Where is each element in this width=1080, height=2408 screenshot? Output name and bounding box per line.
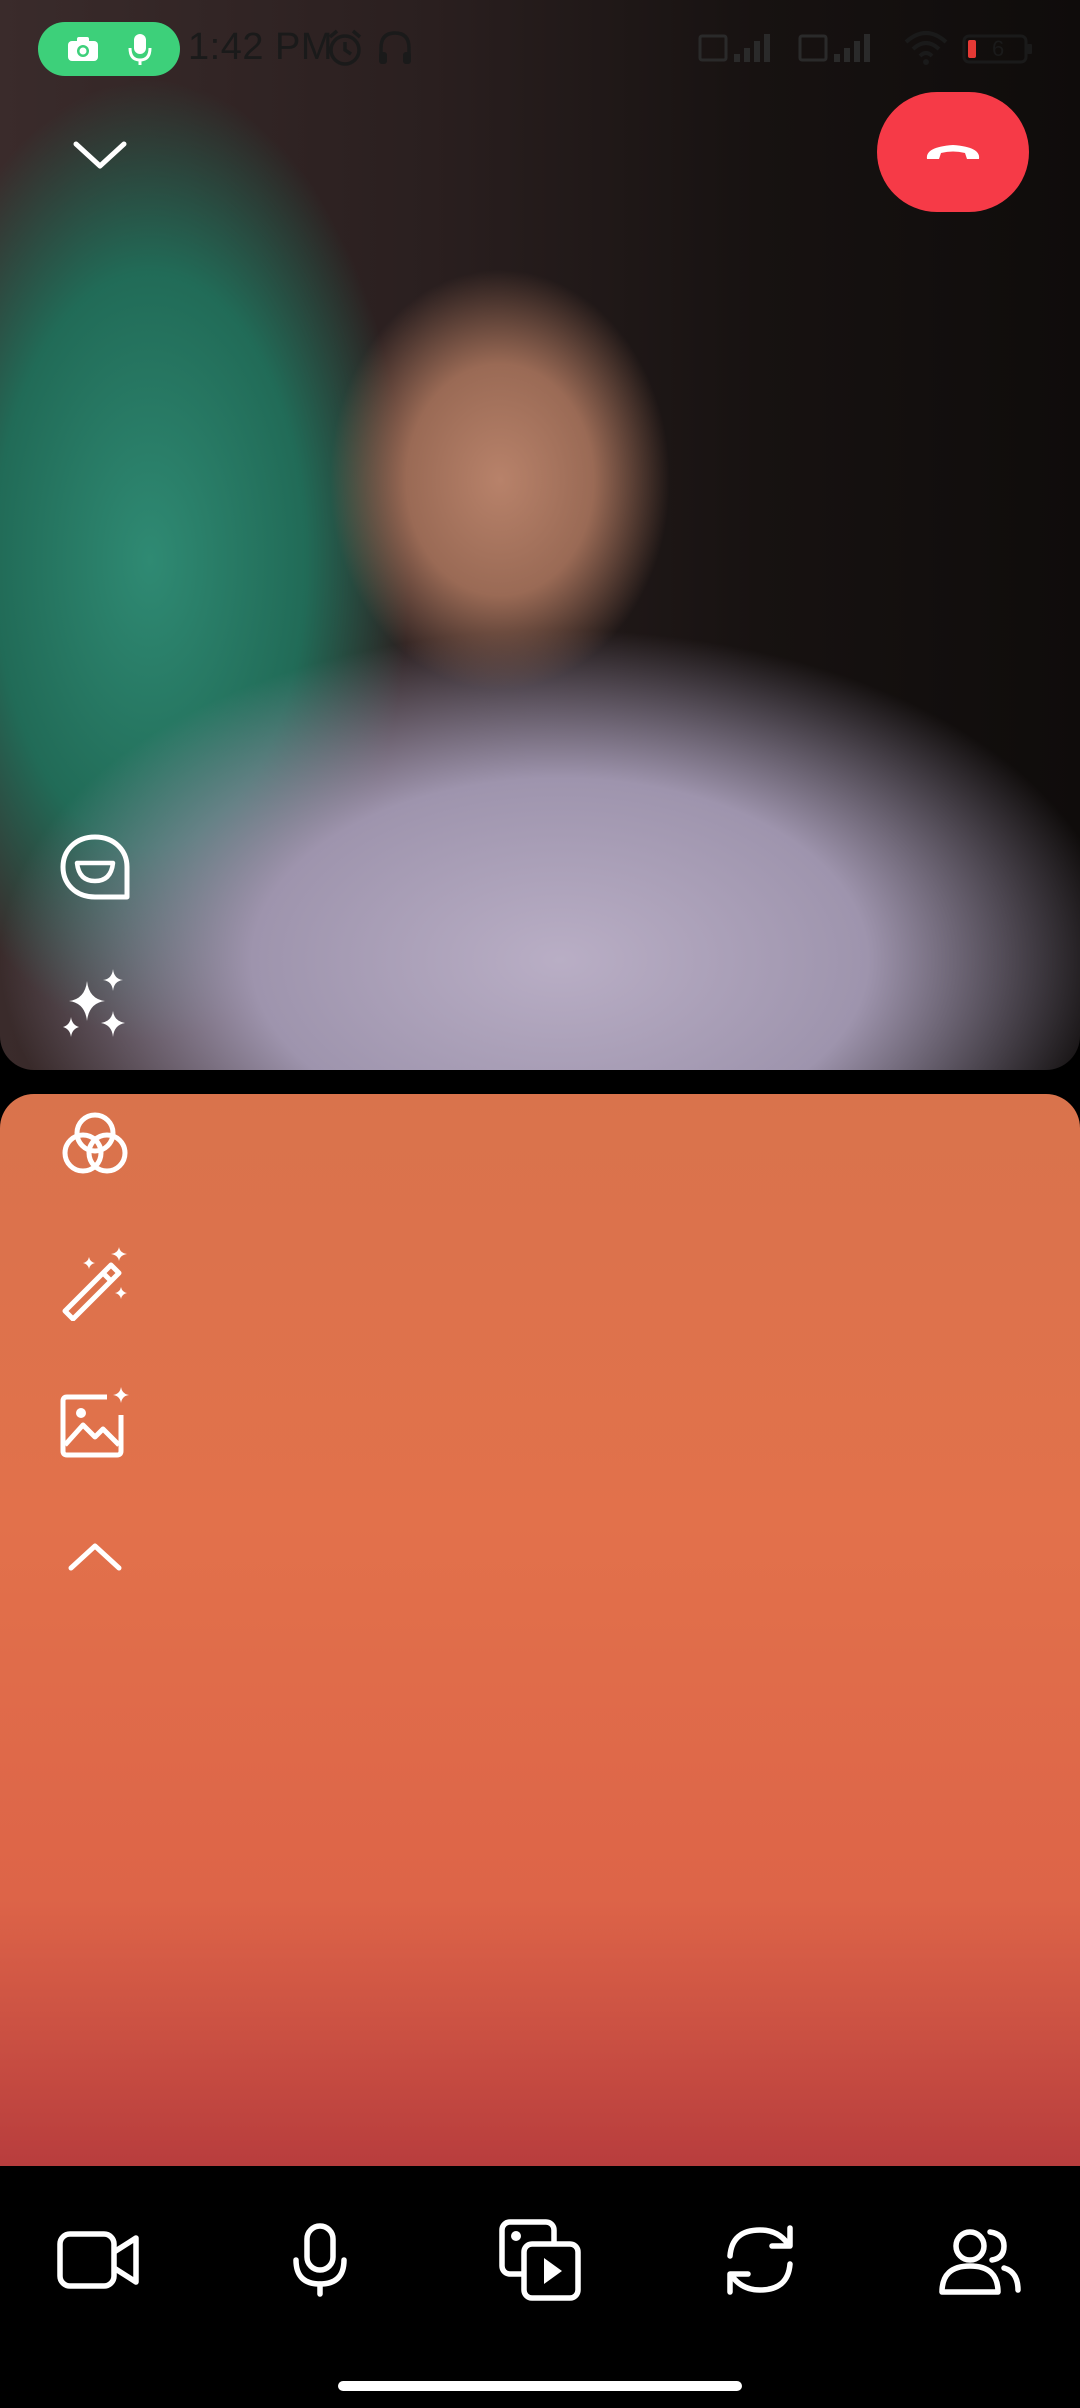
headset-icon (376, 28, 414, 68)
alarm-icon (326, 28, 364, 68)
chat-bubble-button[interactable] (52, 826, 138, 912)
chevron-down-icon (72, 138, 128, 172)
battery-level: 6 (992, 36, 1005, 61)
add-people-button[interactable] (930, 2210, 1030, 2310)
home-indicator[interactable] (338, 2381, 742, 2391)
wifi-icon (904, 30, 948, 66)
camera-icon (66, 35, 100, 63)
toggle-video-button[interactable] (48, 2210, 148, 2310)
background-button[interactable] (52, 1380, 138, 1466)
recording-indicator (38, 22, 180, 76)
status-bar: 1:42 PM 6 (0, 0, 1080, 100)
chevron-up-icon (67, 1540, 123, 1574)
collapse-button[interactable] (60, 120, 140, 190)
switch-camera-button[interactable] (710, 2210, 810, 2310)
toggle-mic-button[interactable] (270, 2210, 370, 2310)
video-camera-icon (56, 2228, 140, 2292)
signal-icon (698, 30, 774, 66)
image-sparkle-icon (57, 1385, 133, 1461)
status-time: 1:42 PM (188, 26, 334, 68)
switch-camera-icon (720, 2220, 800, 2300)
chat-bubble-icon (57, 831, 133, 907)
microphone-icon (290, 2222, 350, 2298)
media-share-icon (498, 2218, 582, 2302)
mic-icon (128, 32, 152, 66)
filters-button[interactable] (52, 1102, 138, 1188)
filters-icon (57, 1107, 133, 1183)
end-call-button[interactable] (877, 92, 1029, 212)
signal-icon (798, 30, 874, 66)
add-people-icon (938, 2224, 1022, 2296)
sparkles-icon (57, 967, 133, 1043)
magic-wand-icon (57, 1245, 133, 1321)
collapse-tools-button[interactable] (52, 1514, 138, 1600)
end-call-icon (921, 137, 985, 167)
share-media-button[interactable] (490, 2210, 590, 2310)
touch-up-button[interactable] (52, 1240, 138, 1326)
local-video-tile[interactable] (0, 1094, 1080, 2166)
effects-button[interactable] (52, 962, 138, 1048)
